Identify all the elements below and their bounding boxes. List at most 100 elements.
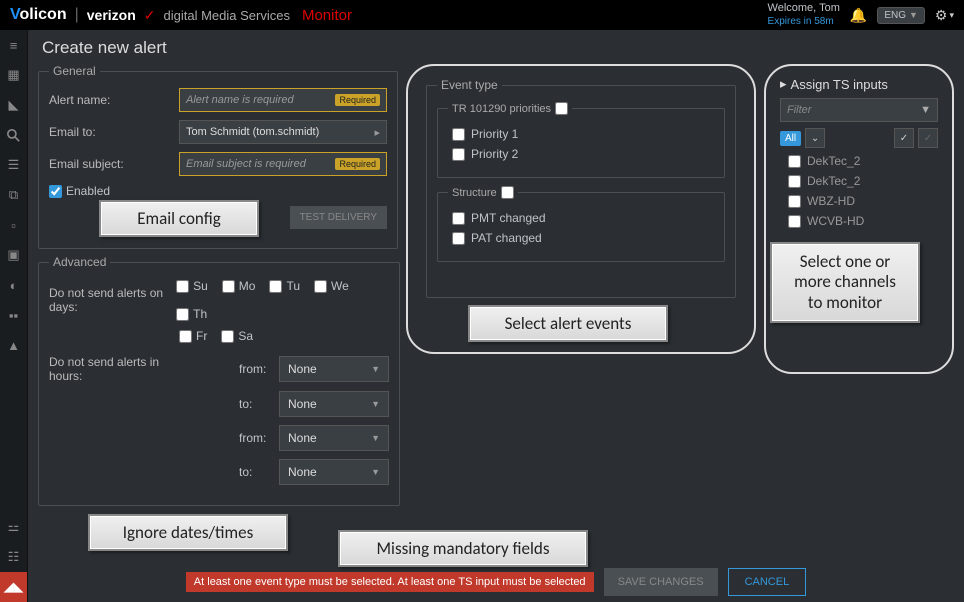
tr-all-checkbox[interactable] bbox=[555, 102, 568, 115]
chevron-right-icon: ▸ bbox=[780, 76, 787, 92]
sidebar-monitor-icon[interactable]: ⧉ bbox=[0, 180, 27, 210]
callout-missing-fields: Missing mandatory fields bbox=[338, 530, 588, 567]
day-fr[interactable]: Fr bbox=[179, 329, 207, 343]
sidebar-menu-icon[interactable]: ≡ bbox=[0, 30, 27, 60]
general-legend: General bbox=[49, 64, 100, 78]
assign-inputs-box: ▸Assign TS inputs Filter ▼ All ⌄ ✓ ✓ bbox=[764, 64, 954, 374]
priority1-checkbox[interactable] bbox=[452, 128, 465, 141]
collapse-chip[interactable]: ⌄ bbox=[805, 128, 825, 148]
filter-input[interactable]: Filter ▼ bbox=[780, 98, 938, 122]
sidebar-list-icon[interactable]: ☰ bbox=[0, 150, 27, 180]
language-selector[interactable]: ENG▼ bbox=[877, 7, 925, 24]
alert-name-input[interactable]: Alert name is required Required bbox=[179, 88, 387, 112]
logo-verizon: verizon bbox=[87, 7, 136, 23]
structure-all-checkbox[interactable] bbox=[501, 186, 514, 199]
sidebar-grid-icon[interactable]: ▦ bbox=[0, 60, 27, 90]
cancel-button[interactable]: CANCEL bbox=[728, 568, 807, 596]
monitor-label: Monitor bbox=[302, 7, 352, 24]
settings-gear-icon[interactable]: ⚙▾ bbox=[935, 7, 954, 24]
welcome-block: Welcome, Tom Expires in 58m bbox=[768, 2, 840, 27]
channel-list: DekTec_2 DekTec_2 WBZ-HD WCVB-HD bbox=[784, 154, 938, 228]
verizon-check-icon: ✓ bbox=[144, 7, 156, 24]
chevron-down-icon: ▼ bbox=[371, 364, 380, 374]
advanced-legend: Advanced bbox=[49, 255, 110, 269]
sidebar-doc-icon[interactable]: ▫ bbox=[0, 210, 27, 240]
footer-bar: At least one event type must be selected… bbox=[28, 568, 964, 596]
day-su[interactable]: Su bbox=[176, 279, 208, 293]
no-send-days-label: Do not send alerts on days: bbox=[49, 286, 176, 314]
pmt-checkbox[interactable] bbox=[452, 212, 465, 225]
dms-label: digital Media Services bbox=[164, 8, 290, 23]
save-changes-button[interactable]: SAVE CHANGES bbox=[604, 568, 718, 596]
uncheck-all-button[interactable]: ✓ bbox=[918, 128, 938, 148]
tr-priorities-fieldset: TR 101290 priorities Priority 1 Priority… bbox=[437, 102, 725, 178]
sidebar-tune-icon[interactable]: ⚍ bbox=[0, 512, 27, 542]
email-subject-input[interactable]: Email subject is required Required bbox=[179, 152, 387, 176]
required-badge: Required bbox=[335, 94, 380, 106]
welcome-text: Welcome, Tom bbox=[768, 2, 840, 15]
tr-priorities-legend: TR 101290 priorities bbox=[448, 102, 572, 115]
from-select-2[interactable]: None▼ bbox=[279, 425, 389, 451]
to-label-2: to: bbox=[239, 465, 279, 479]
to-select-2[interactable]: None▼ bbox=[279, 459, 389, 485]
channel-checkbox[interactable] bbox=[788, 155, 801, 168]
bell-icon[interactable]: 🔔 bbox=[850, 7, 867, 24]
sidebar-alert-icon[interactable]: ◢◣ bbox=[0, 572, 27, 602]
sidebar-chart-icon[interactable]: ☷ bbox=[0, 542, 27, 572]
expires-text[interactable]: Expires in 58m bbox=[768, 16, 840, 28]
app-header: VVoliconolicon | verizon ✓ digital Media … bbox=[0, 0, 964, 30]
channel-checkbox[interactable] bbox=[788, 175, 801, 188]
structure-legend: Structure bbox=[448, 186, 518, 199]
error-message: At least one event type must be selected… bbox=[186, 572, 594, 592]
channel-checkbox[interactable] bbox=[788, 215, 801, 228]
sidebar-bookmark-icon[interactable]: ◣ bbox=[0, 90, 27, 120]
day-th[interactable]: Th bbox=[176, 307, 207, 321]
general-fieldset: General Alert name: Alert name is requir… bbox=[38, 64, 398, 249]
sidebar-dash-icon[interactable]: ▣ bbox=[0, 240, 27, 270]
sidebar-bell-icon[interactable]: ▲ bbox=[0, 330, 27, 360]
priority2-checkbox[interactable] bbox=[452, 148, 465, 161]
no-send-hours-label: Do not send alerts in hours: bbox=[49, 355, 179, 383]
check-all-button[interactable]: ✓ bbox=[894, 128, 914, 148]
chevron-down-icon: ▼ bbox=[371, 433, 380, 443]
event-type-legend: Event type bbox=[437, 78, 502, 92]
sidebar-circle-icon[interactable]: ◐ bbox=[0, 270, 27, 300]
chevron-down-icon: ▼ bbox=[371, 399, 380, 409]
callout-select-events: Select alert events bbox=[468, 305, 668, 342]
from-select-1[interactable]: None▼ bbox=[279, 356, 389, 382]
to-label-1: to: bbox=[239, 397, 279, 411]
page-title: Create new alert bbox=[38, 38, 954, 58]
left-sidebar: ≡ ▦ ◣ ☰ ⧉ ▫ ▣ ◐ ▪▪ ▲ ⚍ ☷ ◢◣ bbox=[0, 30, 28, 602]
day-sa[interactable]: Sa bbox=[221, 329, 253, 343]
funnel-icon: ▼ bbox=[920, 104, 931, 116]
chevron-right-icon: ▸ bbox=[374, 126, 380, 139]
test-delivery-button[interactable]: TEST DELIVERY bbox=[290, 206, 387, 229]
alert-name-label: Alert name: bbox=[49, 93, 169, 107]
all-badge[interactable]: All bbox=[780, 131, 801, 146]
required-badge: Required bbox=[335, 158, 380, 170]
channel-checkbox[interactable] bbox=[788, 195, 801, 208]
email-subject-label: Email subject: bbox=[49, 157, 169, 171]
from-label-2: from: bbox=[239, 431, 279, 445]
logo-volicon: VVoliconolicon bbox=[10, 6, 67, 24]
sidebar-search-icon[interactable] bbox=[0, 120, 27, 150]
advanced-fieldset: Advanced Do not send alerts on days: Su … bbox=[38, 255, 400, 506]
callout-ignore-dates: Ignore dates/times bbox=[88, 514, 288, 551]
day-we[interactable]: We bbox=[314, 279, 349, 293]
sidebar-apps-icon[interactable]: ▪▪ bbox=[0, 300, 27, 330]
pat-checkbox[interactable] bbox=[452, 232, 465, 245]
email-to-select[interactable]: Tom Schmidt (tom.schmidt) ▸ bbox=[179, 120, 387, 144]
assign-title: ▸Assign TS inputs bbox=[780, 76, 938, 92]
event-type-box: Event type TR 101290 priorities Priority… bbox=[406, 64, 756, 354]
enabled-checkbox[interactable]: Enabled bbox=[49, 184, 110, 198]
day-mo[interactable]: Mo bbox=[222, 279, 256, 293]
to-select-1[interactable]: None▼ bbox=[279, 391, 389, 417]
callout-select-channels: Select one or more channels to monitor bbox=[770, 242, 920, 323]
from-label-1: from: bbox=[239, 362, 279, 376]
day-tu[interactable]: Tu bbox=[269, 279, 300, 293]
callout-email-config: Email config bbox=[99, 200, 259, 237]
chevron-down-icon: ▼ bbox=[371, 467, 380, 477]
email-to-label: Email to: bbox=[49, 125, 169, 139]
structure-fieldset: Structure PMT changed PAT changed bbox=[437, 186, 725, 262]
divider: | bbox=[75, 6, 79, 24]
